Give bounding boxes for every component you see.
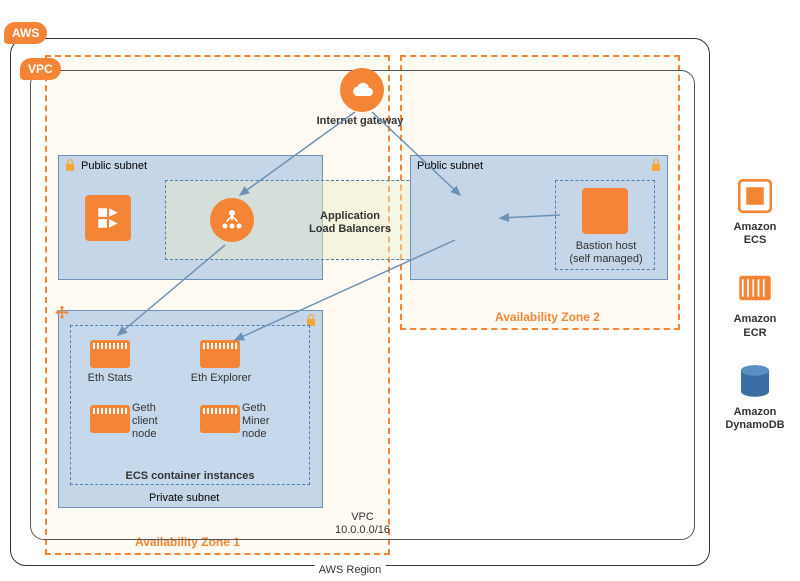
aws-cloud-tag: AWS (4, 22, 47, 44)
lock-icon (649, 158, 663, 172)
geth-miner-l1: Geth (242, 402, 282, 415)
vpc-cidr: 10.0.0.0/16 (335, 524, 390, 537)
geth-miner-l2: Miner (242, 415, 282, 428)
amazon-ecr-icon (734, 267, 776, 309)
internet-gateway-label: Internet gateway (300, 115, 420, 128)
aws-services-column: Amazon ECS Amazon ECR Amazon DynamoDB (715, 175, 795, 452)
amazon-dynamodb-icon (734, 360, 776, 402)
autoscaling-icon (52, 304, 72, 324)
ecr-label-l2: ECR (715, 327, 795, 340)
aws-region-label: AWS Region (315, 564, 386, 577)
geth-client-container-icon (90, 405, 130, 433)
vpc-label-line1: VPC (335, 511, 390, 524)
public-subnet-2-label: Public subnet (417, 160, 483, 172)
amazon-dynamodb-service: Amazon DynamoDB (715, 360, 795, 432)
vpc-tag: VPC (20, 58, 61, 80)
alb-label: Application Load Balancers (300, 210, 400, 236)
ecr-label-l1: Amazon (715, 313, 795, 326)
ddb-label-l1: Amazon (715, 406, 795, 419)
internet-gateway-icon (340, 68, 384, 112)
geth-miner-l3: node (242, 428, 282, 441)
eth-explorer-label: Eth Explorer (185, 372, 257, 385)
ecs-label-l2: ECS (715, 234, 795, 247)
bastion-host-icon (582, 188, 628, 234)
alb-icon-az1 (210, 198, 254, 242)
lock-icon (63, 158, 77, 172)
eth-explorer-container-icon (200, 340, 240, 368)
bastion-label: Bastion host (self managed) (558, 240, 654, 266)
public-subnet-1-label: Public subnet (81, 160, 147, 172)
geth-miner-container-icon (200, 405, 240, 433)
eth-stats-container-icon (90, 340, 130, 368)
bastion-label-line1: Bastion host (558, 240, 654, 253)
geth-client-l2: client (132, 415, 172, 428)
geth-miner-label: Geth Miner node (242, 402, 282, 442)
private-subnet-1-label: Private subnet (149, 492, 219, 504)
amazon-ecr-service: Amazon ECR (715, 267, 795, 339)
amazon-ecs-icon (734, 175, 776, 217)
ecs-label-l1: Amazon (715, 221, 795, 234)
geth-client-l1: Geth (132, 402, 172, 415)
vpc-label: VPC 10.0.0.0/16 (335, 511, 390, 537)
amazon-ecs-service: Amazon ECS (715, 175, 795, 247)
ddb-label-l2: DynamoDB (715, 419, 795, 432)
ecs-group-label: ECS container instances (110, 470, 270, 483)
bastion-label-line2: (self managed) (558, 253, 654, 266)
eth-stats-label: Eth Stats (82, 372, 138, 385)
geth-client-l3: node (132, 428, 172, 441)
geth-client-label: Geth client node (132, 402, 172, 442)
nat-or-route-icon (85, 195, 131, 241)
